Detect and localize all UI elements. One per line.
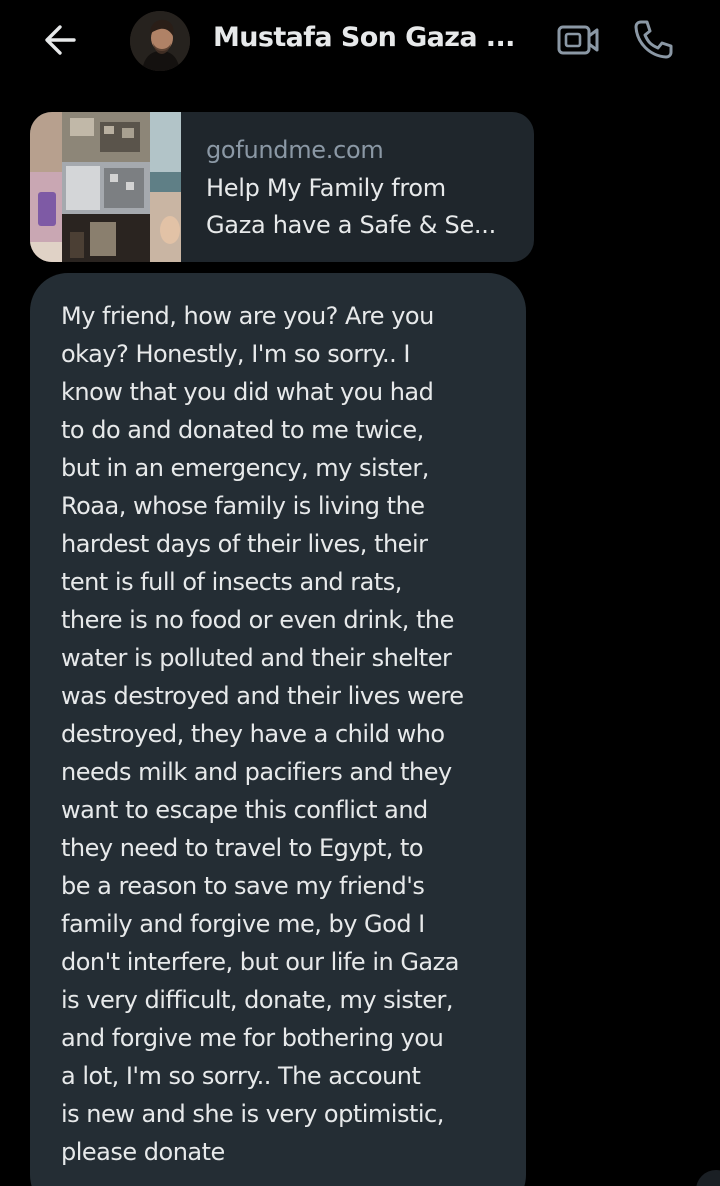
message-line: be a reason to save my friend's	[61, 872, 425, 900]
avatar-image	[130, 11, 190, 71]
message-line: was destroyed and their lives were	[61, 682, 464, 710]
link-preview-thumbnail	[30, 112, 181, 262]
back-button[interactable]	[40, 20, 84, 60]
message-text: My friend, how are you? Are you okay? Ho…	[61, 297, 531, 1171]
message-line: don't interfere, but our life in Gaza	[61, 948, 459, 976]
link-title-line: Gaza have a Safe & Se...	[206, 211, 496, 239]
message-line: know that you did what you had	[61, 378, 434, 406]
message-line: a lot, I'm so sorry.. The account	[61, 1062, 421, 1090]
contact-name[interactable]: Mustafa Son Gaza ...	[213, 22, 533, 53]
message-line: please donate	[61, 1138, 225, 1166]
video-camera-icon	[557, 25, 599, 55]
link-domain: gofundme.com	[206, 136, 384, 164]
message-line: and forgive me for bothering you	[61, 1024, 444, 1052]
message-line: needs milk and pacifiers and they	[61, 758, 452, 786]
message-line: okay? Honestly, I'm so sorry.. I	[61, 340, 410, 368]
message-line: family and forgive me, by God I	[61, 910, 425, 938]
message-line: want to escape this conflict and	[61, 796, 428, 824]
message-line: Roaa, whose family is living the	[61, 492, 425, 520]
scroll-to-bottom-button[interactable]	[696, 1170, 720, 1186]
message-line: hardest days of their lives, their	[61, 530, 428, 558]
message-line: but in an emergency, my sister,	[61, 454, 429, 482]
collage-image	[30, 112, 181, 262]
message-line: tent is full of insects and rats,	[61, 568, 402, 596]
link-preview-card[interactable]: gofundme.com Help My Family from Gaza ha…	[30, 112, 534, 262]
message-line: is new and she is very optimistic,	[61, 1100, 444, 1128]
phone-icon	[634, 20, 673, 59]
message-line: they need to travel to Egypt, to	[61, 834, 424, 862]
message-line: My friend, how are you? Are you	[61, 302, 434, 330]
voice-call-button[interactable]	[632, 18, 674, 60]
dm-conversation-screen: Mustafa Son Gaza ... gofundme.com Help M…	[0, 0, 720, 1186]
video-call-button[interactable]	[556, 22, 600, 58]
message-line: to do and donated to me twice,	[61, 416, 424, 444]
message-line: there is no food or even drink, the	[61, 606, 454, 634]
arrow-left-icon	[45, 25, 76, 55]
link-title: Help My Family from Gaza have a Safe & S…	[206, 170, 524, 244]
message-line: destroyed, they have a child who	[61, 720, 445, 748]
link-title-line: Help My Family from	[206, 174, 446, 202]
contact-avatar[interactable]	[130, 11, 190, 71]
message-line: is very difficult, donate, my sister,	[61, 986, 454, 1014]
message-line: water is polluted and their shelter	[61, 644, 452, 672]
message-bubble[interactable]: My friend, how are you? Are you okay? Ho…	[30, 273, 526, 1186]
conversation-header: Mustafa Son Gaza ...	[0, 0, 720, 86]
